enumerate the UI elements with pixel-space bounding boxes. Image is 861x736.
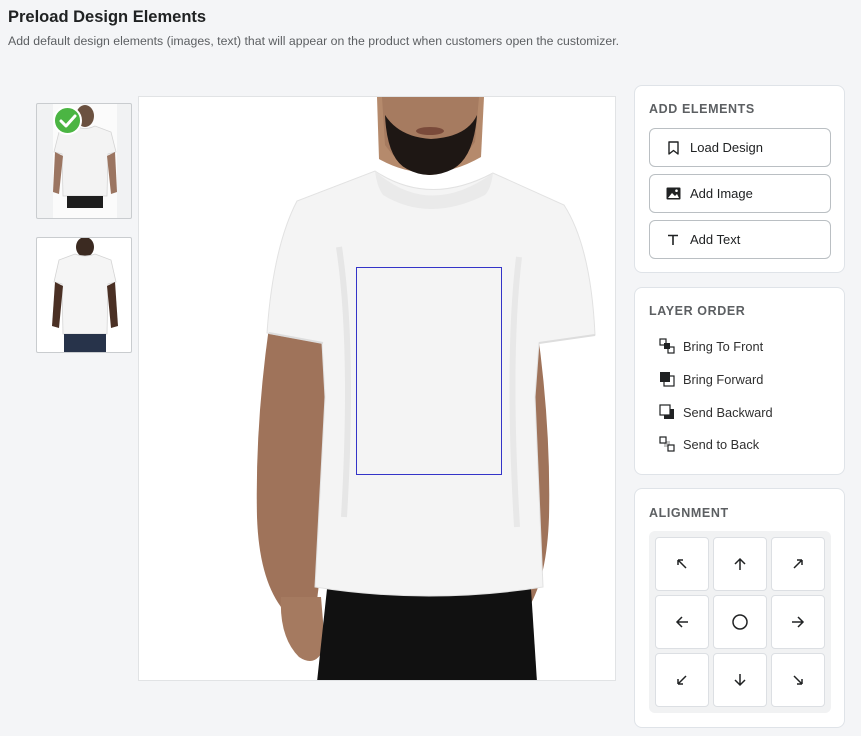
alignment-title: ALIGNMENT (649, 506, 729, 520)
arrow-up-icon (734, 557, 746, 570)
add-elements-title: ADD ELEMENTS (649, 102, 755, 116)
page-subtitle: Add default design elements (images, tex… (8, 34, 620, 48)
load-design-label: Load Design (690, 140, 763, 155)
bring-to-front-label: Bring To Front (683, 338, 764, 354)
arrow-down-right-icon (793, 675, 803, 685)
view-thumbnail-back[interactable] (36, 237, 132, 353)
page-title: Preload Design Elements (8, 8, 207, 26)
align-bottom-left-button[interactable] (655, 653, 709, 707)
design-area-boundary[interactable] (356, 267, 502, 475)
align-left-button[interactable] (655, 595, 709, 649)
bring-forward-label: Bring Forward (683, 371, 764, 387)
send-to-back-button[interactable]: Send to Back (659, 434, 759, 454)
arrow-up-left-icon (677, 559, 687, 569)
arrow-up-right-icon (793, 559, 803, 569)
align-center-button[interactable] (713, 595, 767, 649)
bring-to-front-icon (659, 338, 675, 354)
send-to-back-icon (659, 436, 675, 452)
align-top-button[interactable] (713, 537, 767, 591)
bring-forward-icon (659, 371, 675, 387)
load-design-button[interactable]: Load Design (649, 128, 831, 167)
add-image-label: Add Image (690, 186, 753, 201)
layer-order-panel: LAYER ORDER Bring To Front Bring Forward… (634, 287, 845, 475)
arrow-down-icon (734, 674, 746, 687)
layer-order-title: LAYER ORDER (649, 304, 746, 318)
arrow-right-icon (792, 616, 805, 628)
front-view-image (53, 104, 117, 218)
align-bottom-button[interactable] (713, 653, 767, 707)
send-backward-label: Send Backward (683, 404, 773, 420)
add-text-button[interactable]: Add Text (649, 220, 831, 259)
back-view-image (52, 238, 118, 352)
arrow-left-icon (675, 616, 688, 628)
bring-forward-button[interactable]: Bring Forward (659, 369, 763, 389)
align-right-button[interactable] (771, 595, 825, 649)
align-top-left-button[interactable] (655, 537, 709, 591)
alignment-panel: ALIGNMENT (634, 488, 845, 728)
view-thumbnail-front[interactable] (36, 103, 132, 219)
selected-check-icon (53, 106, 82, 135)
bring-to-front-button[interactable]: Bring To Front (659, 336, 763, 356)
add-elements-panel: ADD ELEMENTS Load Design Add Image Add T… (634, 85, 845, 273)
circle-center-icon (732, 614, 748, 630)
align-bottom-right-button[interactable] (771, 653, 825, 707)
send-to-back-label: Send to Back (683, 436, 760, 452)
add-image-button[interactable]: Add Image (649, 174, 831, 213)
send-backward-button[interactable]: Send Backward (659, 402, 773, 422)
arrow-down-left-icon (677, 675, 687, 685)
send-backward-icon (659, 404, 675, 420)
product-canvas[interactable] (138, 96, 616, 681)
add-text-label: Add Text (690, 232, 741, 247)
image-icon (665, 186, 681, 202)
alignment-grid (649, 531, 831, 713)
bookmark-icon (665, 140, 681, 156)
align-top-right-button[interactable] (771, 537, 825, 591)
text-icon (665, 232, 681, 248)
